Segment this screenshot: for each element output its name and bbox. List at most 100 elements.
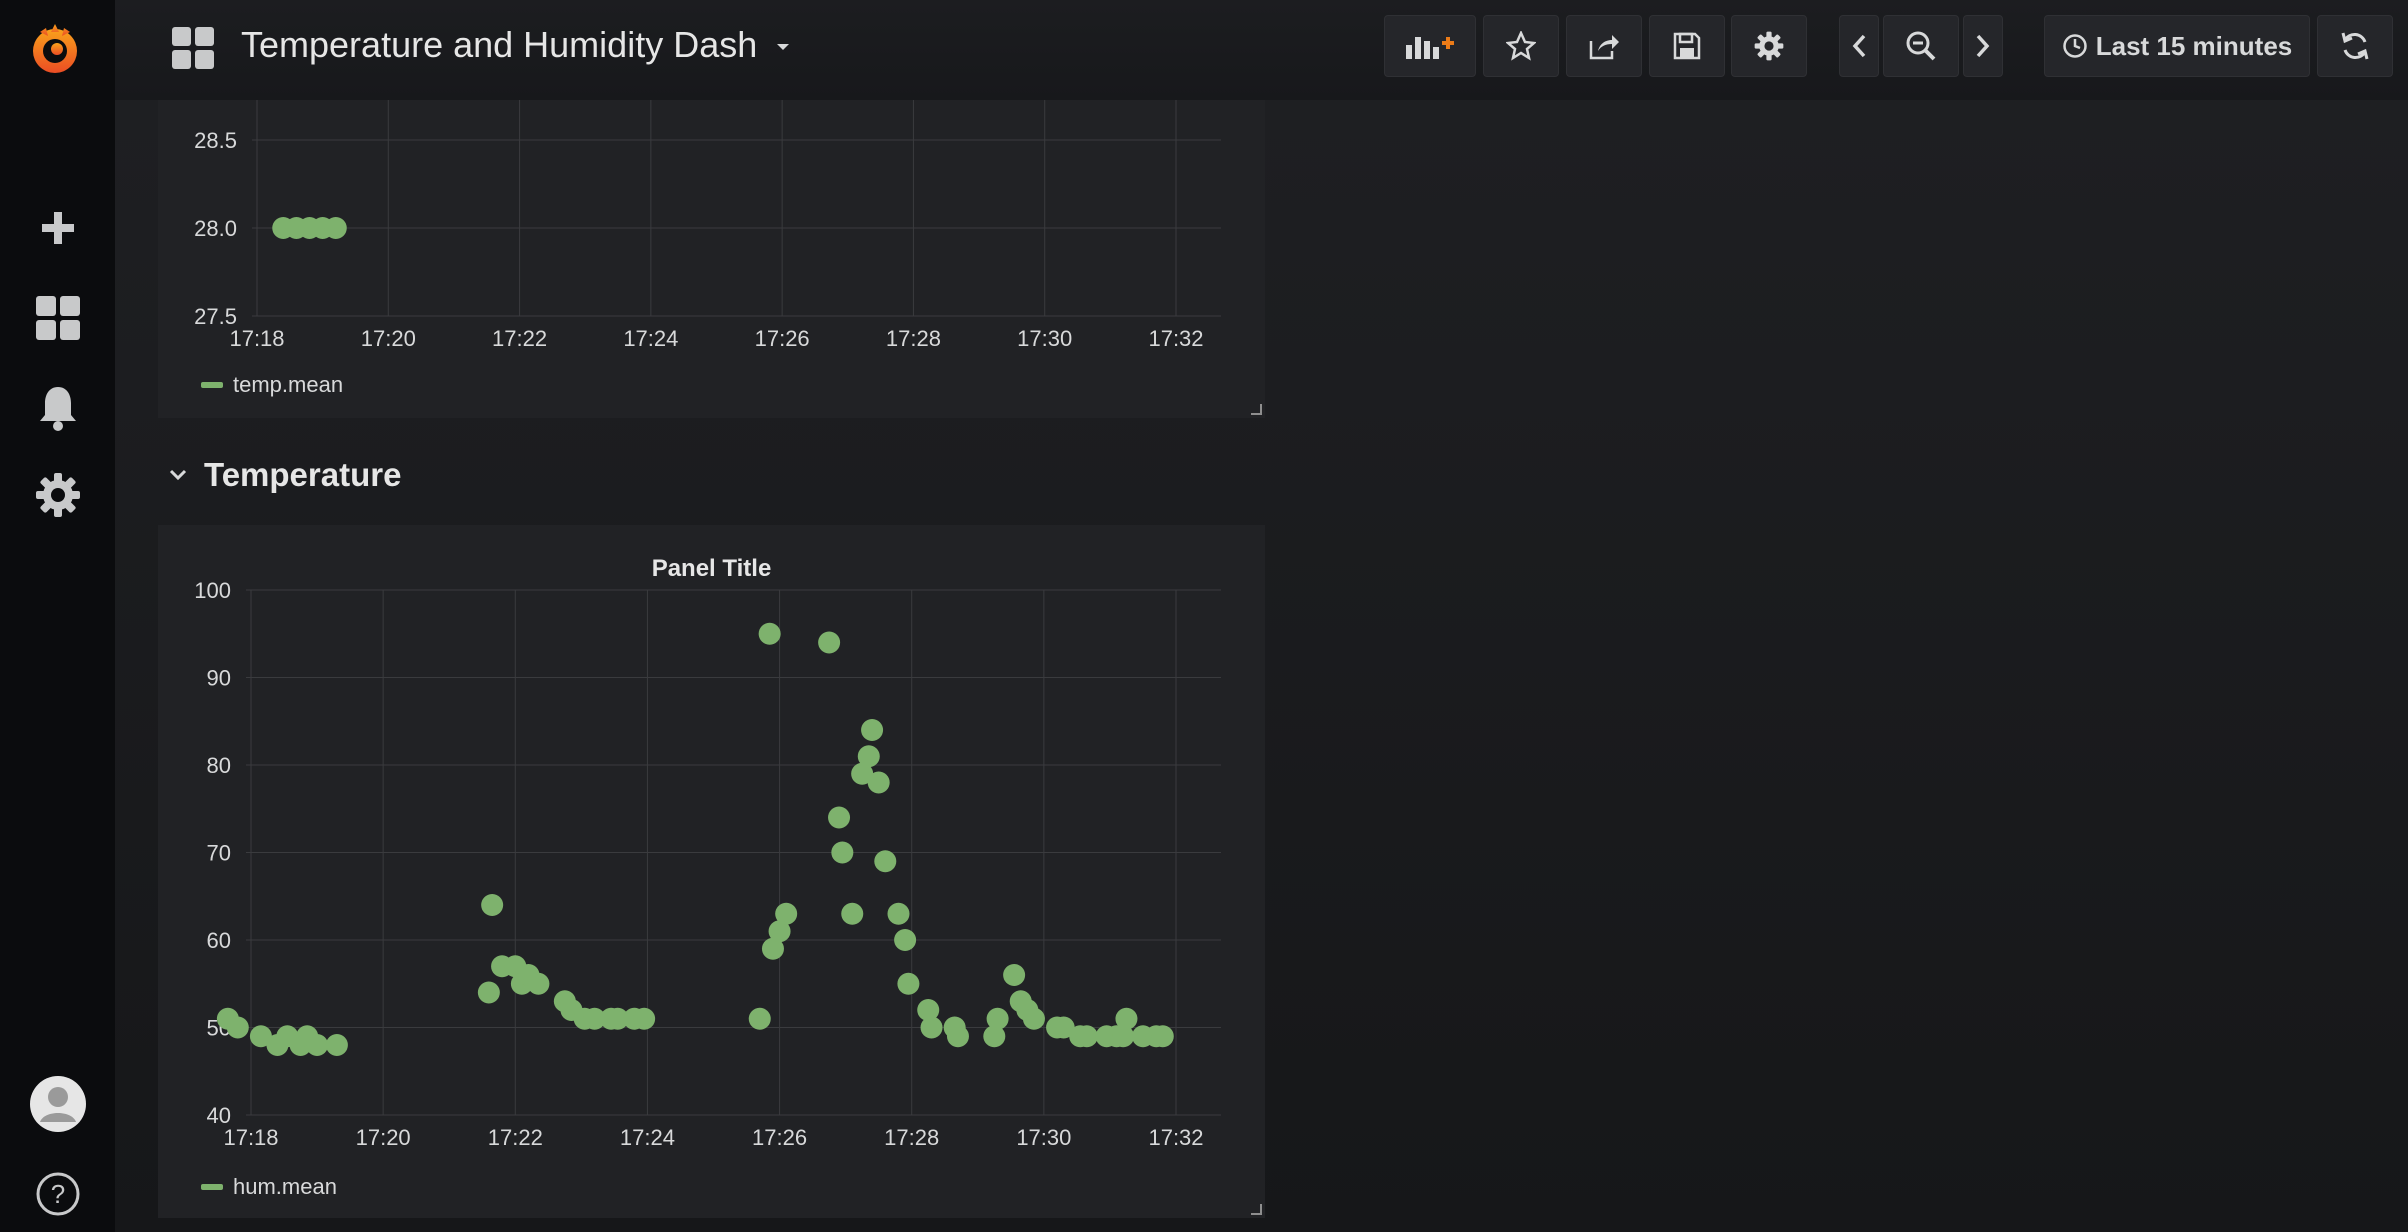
settings-button[interactable] [1731, 15, 1807, 77]
data-point [324, 217, 347, 239]
data-point [325, 1034, 348, 1056]
y-tick-label: 28.5 [194, 128, 237, 153]
x-tick-label: 17:22 [492, 326, 547, 351]
dashboard-title-text: Temperature and Humidity Dash [241, 24, 758, 65]
data-point [306, 1034, 329, 1056]
dashboards-icon[interactable] [30, 290, 86, 346]
data-point [841, 902, 864, 925]
data-point [831, 841, 854, 864]
x-tick-label: 17:30 [1016, 1125, 1071, 1150]
x-tick-label: 17:30 [1017, 326, 1072, 351]
data-point [897, 972, 920, 995]
legend-label: hum.mean [233, 1174, 337, 1199]
x-tick-label: 17:28 [884, 1125, 939, 1150]
chevron-right-icon [1976, 34, 1990, 58]
clock-icon [2062, 34, 2087, 58]
x-tick-label: 17:20 [361, 326, 416, 351]
legend-swatch [201, 382, 223, 388]
humidity-chart: 17:18 17:20 17:22 17:24 17:26 17:28 17:30 17:32… [194, 578, 1221, 1150]
legend-swatch [201, 1184, 223, 1190]
x-tick-label: 17:22 [488, 1125, 543, 1150]
chevron-down-icon [169, 469, 187, 481]
data-point [1003, 964, 1026, 986]
time-forward-button[interactable] [1963, 15, 2003, 77]
x-tick-label: 17:20 [356, 1125, 411, 1150]
refresh-button[interactable] [2317, 15, 2393, 77]
humidity-panel[interactable]: Panel Title 17:18 17:20 17:22 17:24 17:26 17:… [158, 525, 1265, 1218]
legend-label: temp.mean [233, 372, 344, 397]
temperature-panel[interactable]: 17:18 17:20 17:22 17:24 17:26 17:28 17:30 17:32… [158, 100, 1265, 418]
gear-icon[interactable] [30, 467, 86, 523]
row-title: Temperature [204, 456, 402, 493]
data-point [946, 1025, 969, 1048]
x-tick-label: 17:28 [886, 326, 941, 351]
x-tick-label: 17:24 [623, 326, 678, 351]
data-point [920, 1016, 943, 1039]
data-point [1022, 1007, 1045, 1030]
data-point [818, 631, 841, 654]
data-point [828, 806, 851, 829]
data-point [481, 894, 504, 916]
data-point [477, 981, 500, 1004]
chevron-left-icon [1852, 34, 1866, 58]
y-tick-label: 80 [207, 753, 231, 778]
data-point [894, 929, 917, 951]
add-panel-icon [1406, 37, 1454, 59]
temperature-chart: 17:18 17:20 17:22 17:24 17:26 17:28 17:30 17:32… [194, 100, 1221, 351]
data-point [867, 771, 890, 794]
data-point [527, 972, 550, 995]
dashboards-icon[interactable] [171, 26, 215, 75]
save-icon [1673, 32, 1701, 60]
time-picker-button[interactable]: Last 15 minutes [2044, 15, 2310, 77]
share-icon [1589, 35, 1619, 60]
y-tick-label: 28.0 [194, 216, 237, 241]
data-point [748, 1007, 771, 1030]
star-icon [1506, 31, 1536, 61]
resize-handle-icon[interactable] [1249, 1202, 1263, 1216]
save-button[interactable] [1649, 15, 1725, 77]
data-point [986, 1007, 1009, 1030]
time-range-label: Last 15 minutes [2095, 30, 2293, 61]
sidebar: ? [0, 0, 115, 1232]
data-point [857, 745, 880, 768]
avatar[interactable] [30, 1076, 86, 1132]
y-tick-label: 90 [207, 666, 231, 691]
legend-item[interactable]: hum.mean [201, 1174, 337, 1200]
grafana-logo-icon[interactable] [24, 18, 86, 80]
add-panel-button[interactable] [1384, 15, 1476, 77]
zoom-out-button[interactable] [1883, 15, 1959, 77]
settings-icon [1754, 31, 1784, 61]
data-point [874, 850, 897, 873]
resize-handle-icon[interactable] [1249, 402, 1263, 416]
data-point [1075, 1025, 1098, 1048]
svg-text:?: ? [51, 1179, 65, 1209]
data-point [633, 1007, 656, 1030]
y-tick-label: 27.5 [194, 304, 237, 329]
legend-item[interactable]: temp.mean [201, 372, 343, 398]
y-tick-label: 70 [207, 841, 231, 866]
refresh-icon [2341, 32, 2369, 60]
data-point [226, 1016, 249, 1039]
data-point [861, 719, 884, 741]
data-point [1115, 1007, 1138, 1030]
x-tick-label: 17:18 [229, 326, 284, 351]
data-point [1151, 1025, 1174, 1048]
time-back-button[interactable] [1839, 15, 1879, 77]
x-tick-label: 17:24 [620, 1125, 675, 1150]
x-tick-label: 17:26 [755, 326, 810, 351]
data-point [758, 622, 781, 645]
share-button[interactable] [1566, 15, 1642, 77]
bell-icon[interactable] [30, 380, 86, 436]
help-icon[interactable]: ? [30, 1166, 86, 1222]
data-point [887, 902, 910, 925]
x-tick-label: 17:26 [752, 1125, 807, 1150]
star-button[interactable] [1483, 15, 1559, 77]
y-tick-label: 60 [207, 928, 231, 953]
x-tick-label: 17:18 [223, 1125, 278, 1150]
x-tick-label: 17:32 [1148, 326, 1203, 351]
y-tick-label: 100 [194, 578, 231, 603]
x-tick-label: 17:32 [1148, 1125, 1203, 1150]
dashboard-title[interactable]: Temperature and Humidity Dash [241, 24, 791, 66]
top-navbar: Temperature and Humidity Dash Last 15 mi… [115, 0, 2408, 100]
plus-icon[interactable] [30, 200, 86, 256]
